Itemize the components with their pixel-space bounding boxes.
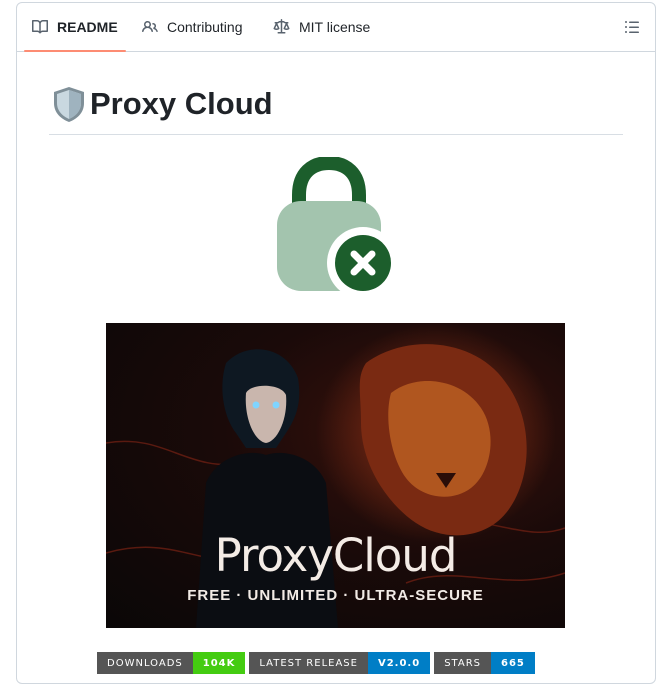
readme-panel: README Contributing MIT license Proxy Cl… bbox=[16, 2, 656, 684]
list-unordered-icon[interactable] bbox=[623, 18, 641, 36]
badge-label: STARS bbox=[434, 652, 492, 674]
proxycloud-banner-image: ProxyCloud FREE · UNLIMITED · ULTRA-SECU… bbox=[106, 323, 565, 628]
stars-badge[interactable]: STARS 665 bbox=[434, 652, 535, 674]
book-icon bbox=[32, 19, 48, 35]
tab-readme-label: README bbox=[57, 19, 118, 35]
badge-value: V2.0.0 bbox=[367, 652, 431, 674]
readme-title-text: Proxy Cloud bbox=[90, 86, 273, 121]
banner-subtitle: FREE · UNLIMITED · ULTRA-SECURE bbox=[187, 587, 484, 604]
downloads-badge[interactable]: DOWNLOADS 104K bbox=[97, 652, 246, 674]
readme-tabbar: README Contributing MIT license bbox=[17, 3, 655, 52]
law-scale-icon bbox=[273, 19, 290, 35]
tab-readme[interactable]: README bbox=[24, 3, 126, 52]
tab-mit-license[interactable]: MIT license bbox=[273, 3, 370, 51]
tab-contributing[interactable]: Contributing bbox=[142, 3, 243, 51]
tab-contributing-label: Contributing bbox=[167, 19, 243, 35]
badge-value: 104K bbox=[192, 652, 246, 674]
tab-mit-license-label: MIT license bbox=[299, 19, 371, 35]
shield-icon bbox=[51, 85, 87, 123]
latest-release-badge[interactable]: LATEST RELEASE V2.0.0 bbox=[249, 652, 431, 674]
people-icon bbox=[142, 19, 158, 35]
readme-title: Proxy Cloud bbox=[51, 85, 273, 123]
badge-value: 665 bbox=[491, 652, 535, 674]
lock-error-icon bbox=[275, 155, 399, 300]
badge-row: DOWNLOADS 104K LATEST RELEASE V2.0.0 STA… bbox=[97, 652, 539, 674]
title-divider bbox=[49, 134, 623, 135]
badge-label: LATEST RELEASE bbox=[249, 652, 368, 674]
banner-title: ProxyCloud bbox=[214, 529, 458, 582]
badge-label: DOWNLOADS bbox=[97, 652, 193, 674]
